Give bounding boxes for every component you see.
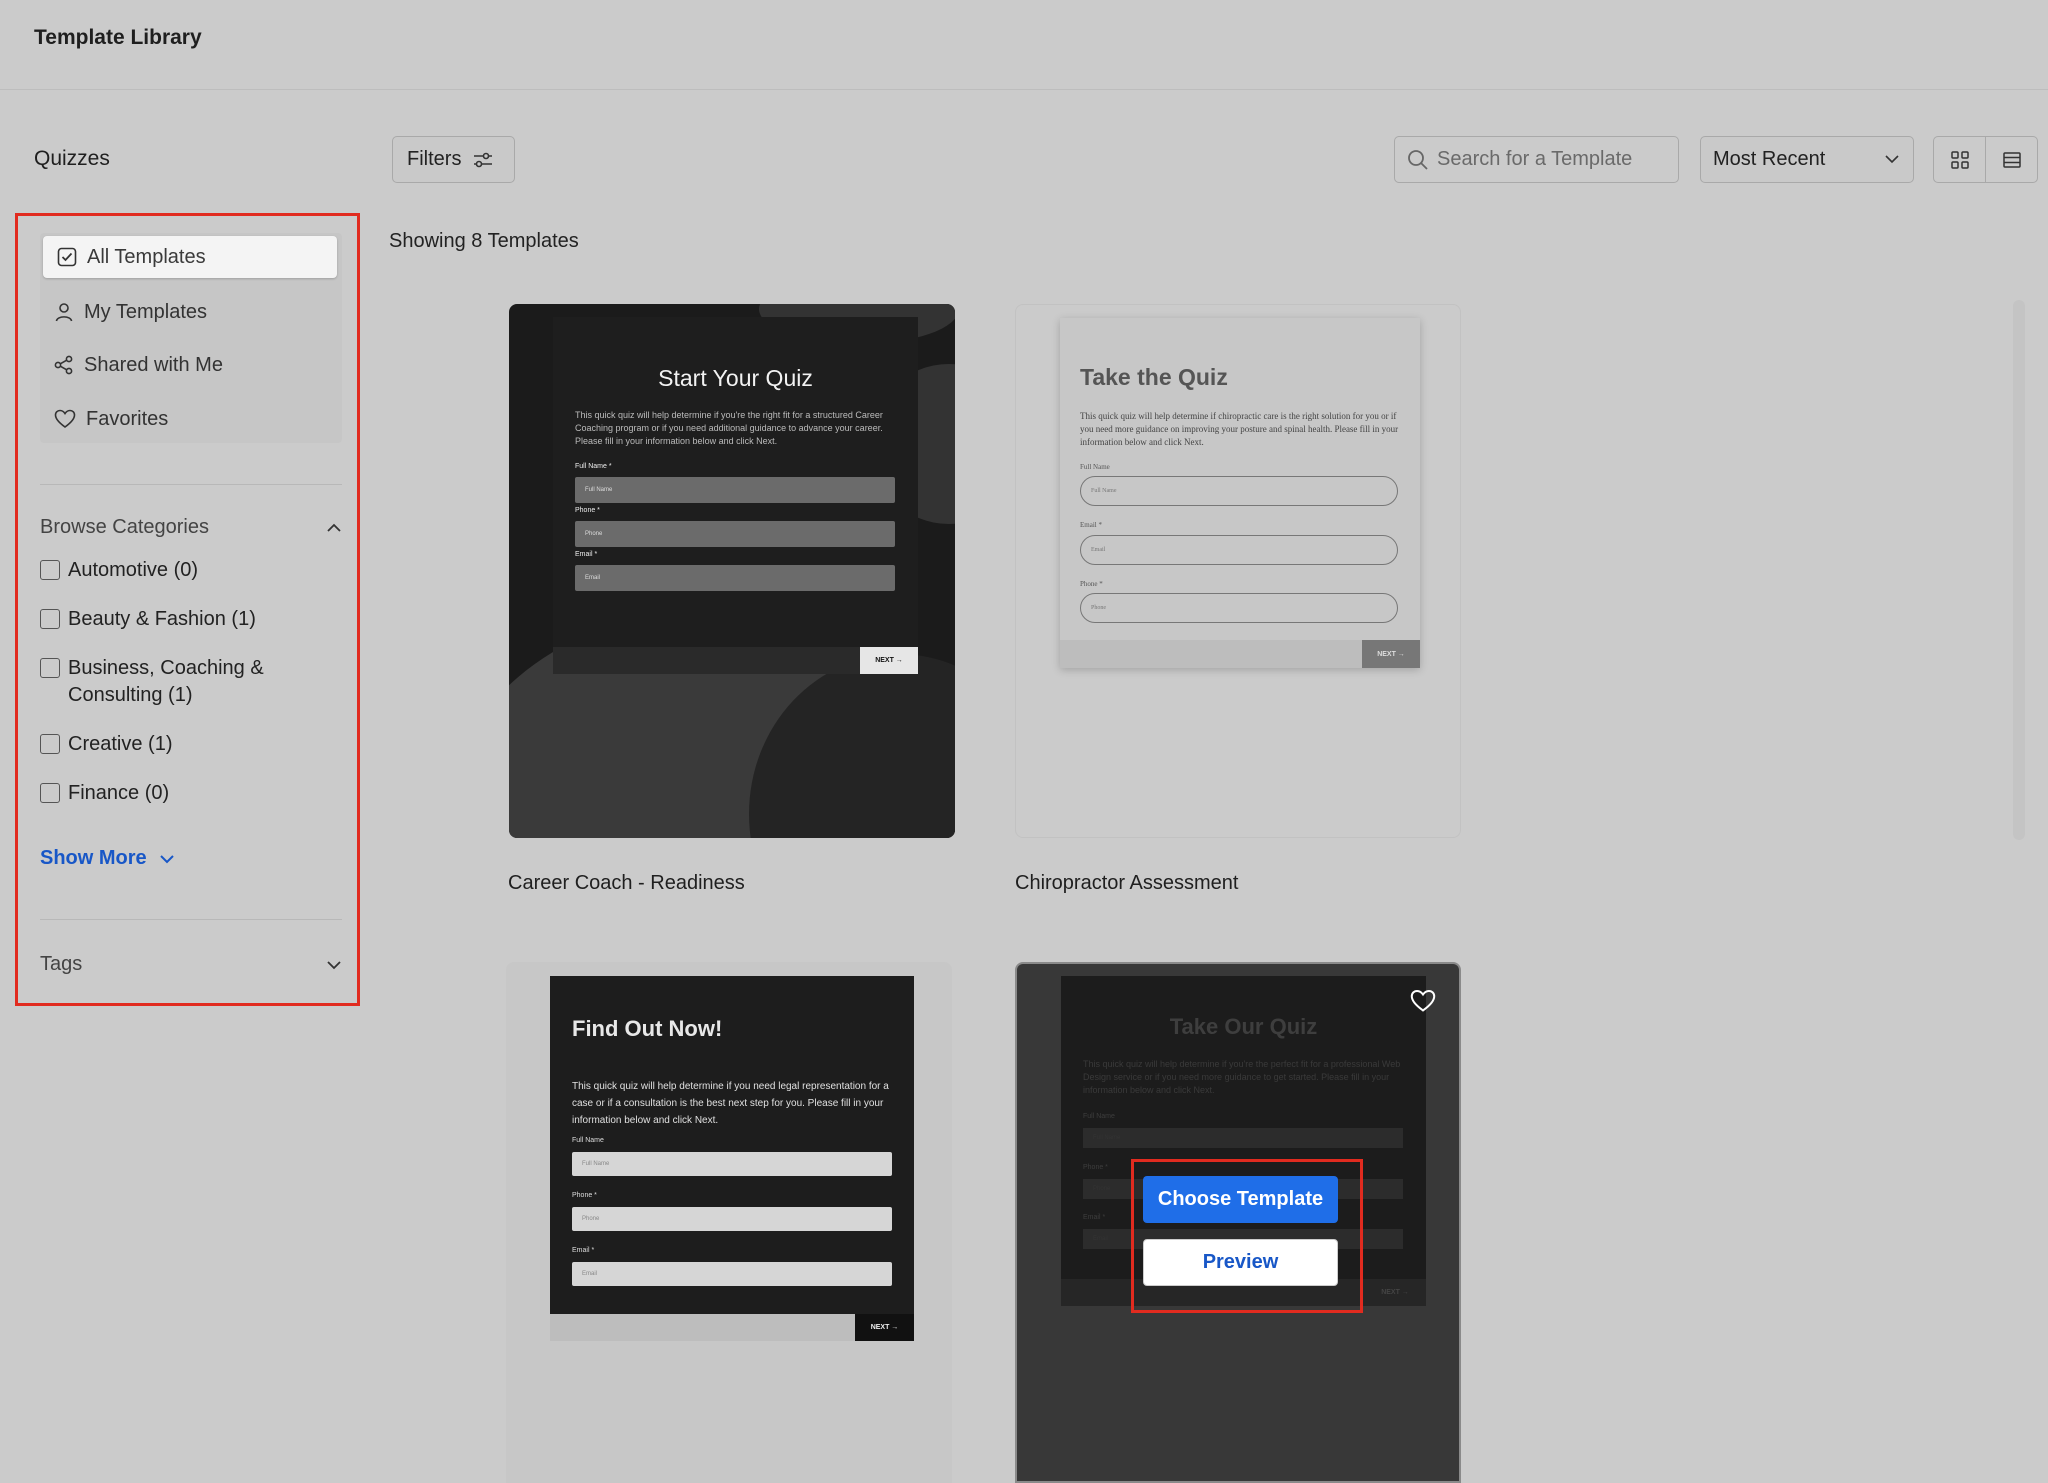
- preview-heading: Start Your Quiz: [658, 365, 813, 391]
- category-checkbox[interactable]: [40, 609, 60, 629]
- grid-view-button[interactable]: [1934, 137, 1985, 182]
- category-checkbox[interactable]: [40, 560, 60, 580]
- category-finance[interactable]: Finance (0): [40, 780, 330, 807]
- chevron-down-icon: [159, 854, 174, 863]
- template-preview-form: Take the Quiz This quick quiz will help …: [1060, 318, 1420, 668]
- sort-select[interactable]: Most Recent: [1700, 136, 1914, 183]
- browse-categories-toggle[interactable]: Browse Categories: [40, 516, 342, 539]
- template-preview-form: Start Your Quiz This quick quiz will hel…: [553, 317, 918, 674]
- heart-icon: [54, 409, 76, 428]
- preview-next-button: NEXT →: [860, 647, 918, 674]
- preview-field: Phone: [1080, 593, 1398, 623]
- preview-field-label: Phone *: [1080, 580, 1103, 588]
- list-view-button[interactable]: [1985, 137, 2037, 182]
- category-beauty-fashion[interactable]: Beauty & Fashion (1): [40, 606, 330, 633]
- view-toggle: [1933, 136, 2038, 183]
- preview-field-label: Email *: [1080, 521, 1102, 529]
- category-label: Automotive (0): [68, 559, 199, 581]
- tags-title: Tags: [40, 953, 83, 975]
- sidebar-divider: [40, 484, 342, 485]
- preview-field: Email: [1080, 535, 1398, 565]
- page-title: Template Library: [34, 26, 202, 49]
- category-label: Business, Coaching & Consulting (1): [68, 657, 264, 706]
- preview-field-label: Full Name *: [575, 463, 612, 470]
- category-label: Beauty & Fashion (1): [68, 608, 256, 630]
- template-card-legal[interactable]: Find Out Now! This quick quiz will help …: [506, 962, 952, 1483]
- checkbox-icon: [57, 247, 77, 267]
- preview-footer: [550, 1314, 855, 1341]
- preview-field: Full Name: [1083, 1128, 1403, 1148]
- preview-field-label: Full Name: [1080, 463, 1110, 471]
- template-card-title[interactable]: Career Coach - Readiness: [508, 872, 745, 895]
- preview-description: This quick quiz will help determine if y…: [1083, 1059, 1401, 1095]
- search-icon: [1408, 149, 1428, 170]
- search-input[interactable]: [1437, 148, 1667, 171]
- sidebar-item-label: All Templates: [87, 245, 206, 268]
- preview-field-label: Phone *: [1083, 1164, 1108, 1171]
- category-checkbox[interactable]: [40, 658, 60, 678]
- choose-template-button[interactable]: Choose Template: [1143, 1176, 1338, 1223]
- preview-next-button: NEXT →: [1362, 640, 1420, 668]
- section-title: Quizzes: [34, 147, 110, 170]
- preview-description: This quick quiz will help determine if y…: [575, 410, 883, 446]
- preview-heading: Take Our Quiz: [1169, 1014, 1318, 1039]
- preview-field: Email: [575, 565, 895, 591]
- template-card-chiropractor[interactable]: Take the Quiz This quick quiz will help …: [1015, 304, 1461, 838]
- preview-field-label: Phone *: [575, 507, 600, 514]
- sidebar: All Templates My Templates Shared with M…: [15, 213, 360, 1006]
- browse-categories-title: Browse Categories: [40, 516, 209, 538]
- sidebar-divider: [40, 919, 342, 920]
- template-card-title[interactable]: Chiropractor Assessment: [1015, 872, 1238, 895]
- template-card-web-design[interactable]: Take Our Quiz This quick quiz will help …: [1015, 962, 1461, 1483]
- category-creative[interactable]: Creative (1): [40, 731, 330, 758]
- preview-footer-wrap: NEXT →: [550, 976, 914, 1341]
- tags-toggle[interactable]: Tags: [40, 953, 342, 976]
- category-label: Finance (0): [68, 782, 170, 804]
- preview-field-label: Full Name: [1083, 1113, 1115, 1120]
- category-checkbox[interactable]: [40, 783, 60, 803]
- sidebar-item-shared-with-me[interactable]: Shared with Me: [40, 344, 340, 386]
- category-automotive[interactable]: Automotive (0): [40, 557, 330, 584]
- category-checkbox[interactable]: [40, 734, 60, 754]
- preview-field: Phone: [575, 521, 895, 547]
- sliders-icon: [474, 152, 493, 167]
- sidebar-item-label: Shared with Me: [84, 353, 223, 376]
- chevron-up-icon: [327, 523, 341, 532]
- scrollbar[interactable]: [2013, 300, 2025, 840]
- category-label: Creative (1): [68, 733, 173, 755]
- top-bar: Template Library: [0, 0, 2048, 90]
- list-icon: [2002, 151, 2021, 168]
- grid-icon: [1950, 150, 1969, 169]
- sidebar-nav: All Templates My Templates Shared with M…: [40, 233, 342, 443]
- preview-field: Full Name: [1080, 476, 1398, 506]
- preview-button[interactable]: Preview: [1143, 1239, 1338, 1286]
- show-more-link[interactable]: Show More: [40, 847, 175, 870]
- sidebar-item-label: My Templates: [84, 300, 208, 323]
- results-count: Showing 8 Templates: [389, 230, 579, 252]
- category-business-coaching[interactable]: Business, Coaching & Consulting (1): [40, 655, 280, 709]
- preview-field-label: Email *: [575, 551, 598, 558]
- favorite-button[interactable]: [1410, 989, 1436, 1018]
- user-icon: [55, 303, 73, 322]
- sort-value: Most Recent: [1713, 148, 1826, 170]
- heart-icon: [1410, 989, 1436, 1012]
- sidebar-item-favorites[interactable]: Favorites: [40, 398, 340, 440]
- preview-field-label: Email *: [1083, 1214, 1106, 1221]
- preview-field: Full Name: [575, 477, 895, 503]
- search-box[interactable]: [1394, 136, 1679, 183]
- filters-button[interactable]: Filters: [392, 136, 515, 183]
- preview-next-button: NEXT →: [855, 1314, 914, 1341]
- preview-heading: Take the Quiz: [1080, 364, 1228, 390]
- preview-description: This quick quiz will help determine if c…: [1080, 411, 1399, 447]
- share-icon: [54, 355, 73, 375]
- chevron-down-icon: [1885, 155, 1899, 164]
- sidebar-item-all-templates[interactable]: All Templates: [43, 236, 337, 278]
- sidebar-item-my-templates[interactable]: My Templates: [40, 291, 340, 333]
- chevron-down-icon: [327, 960, 341, 969]
- filters-label: Filters: [407, 148, 462, 170]
- preview-next-button: NEXT →: [1381, 1289, 1409, 1296]
- sidebar-item-label: Favorites: [86, 407, 169, 430]
- template-card-career-coach[interactable]: Start Your Quiz This quick quiz will hel…: [509, 304, 955, 838]
- show-more-label: Show More: [40, 847, 147, 869]
